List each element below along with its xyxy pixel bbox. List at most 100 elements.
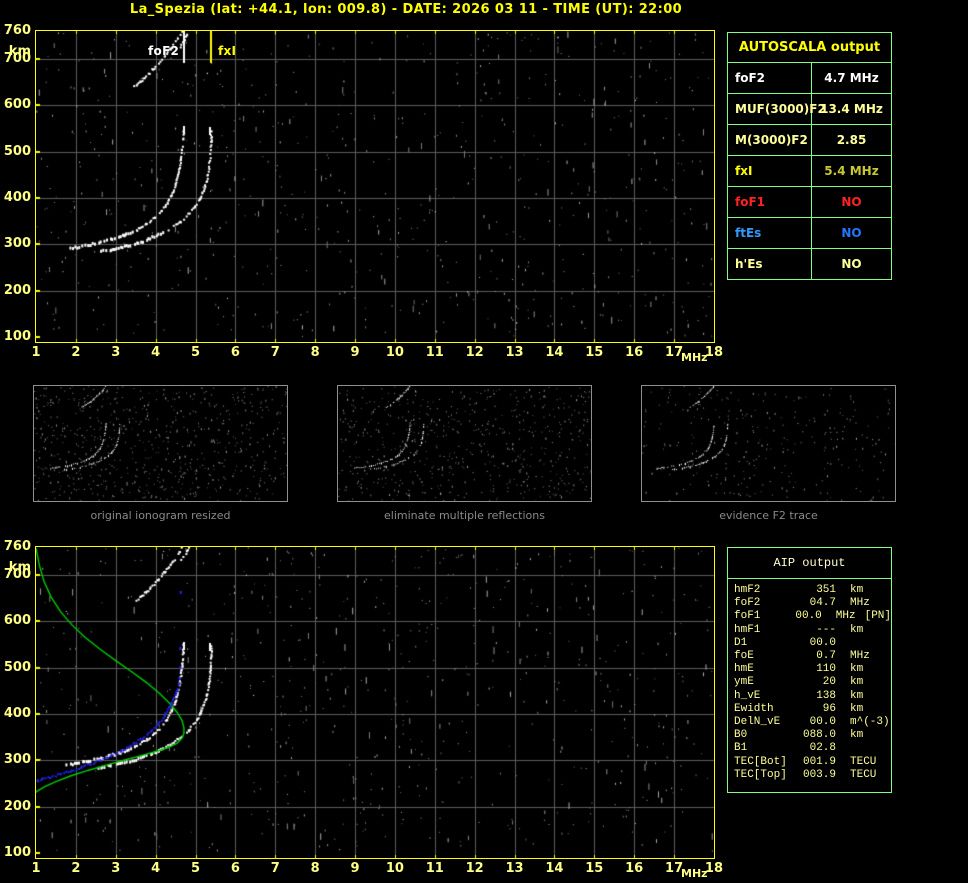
y-tick-label: 100 <box>3 844 31 860</box>
eliminate-reflections-thumbnail <box>337 385 592 502</box>
x-tick-label: 2 <box>71 861 81 876</box>
autoscala-row-value: 5.4 MHz <box>824 164 879 178</box>
y-tick-label: 100 <box>3 328 31 344</box>
aip-value: 00.0 <box>809 716 836 729</box>
y-tick-label: 600 <box>3 613 31 629</box>
autoscala-row-label: foF2 <box>728 63 812 93</box>
aip-value: 20 <box>822 676 836 689</box>
x-tick-label: 13 <box>505 861 524 876</box>
aip-value: 351 <box>816 584 836 596</box>
y-tick-label: 400 <box>3 189 31 205</box>
aip-value: --- <box>816 623 836 636</box>
x-tick-label: 1 <box>31 345 41 360</box>
autoscala-window: La_Spezia (lat: +44.1, lon: 009.8) - DAT… <box>0 0 968 883</box>
aip-value: 088.0 <box>802 729 836 742</box>
y-tick-label: 200 <box>3 798 31 814</box>
autoscala-row: fxI 5.4 MHz <box>728 156 891 187</box>
profile-plot <box>35 546 715 859</box>
y-axis-unit-label: km <box>8 44 31 59</box>
autoscala-row-label: MUF(3000)F2 <box>728 94 826 124</box>
autoscala-output-table: AUTOSCALA output foF2 4.7 MHz MUF(3000)F2 1… <box>727 32 892 280</box>
thumbnail-caption: evidence F2 trace <box>719 509 818 522</box>
aip-param: hmF1 <box>734 623 761 636</box>
x-tick-label: 2 <box>71 345 81 360</box>
aip-value: 0.7 <box>816 650 836 663</box>
aip-unit: km <box>850 729 864 742</box>
autoscala-table-header: AUTOSCALA output <box>728 33 891 63</box>
x-tick-label: 14 <box>545 861 564 876</box>
aip-row: ymE 20 km <box>734 676 891 689</box>
aip-unit: km <box>850 584 864 596</box>
aip-row: foF1 00.0 MHz [PN] <box>734 610 891 623</box>
x-tick-label: 4 <box>151 345 161 360</box>
aip-unit: km <box>850 663 864 676</box>
aip-row: DelN_vE 00.0 m^(-3) <box>734 716 891 729</box>
y-tick-label: 300 <box>3 236 31 252</box>
aip-param: foF1 <box>734 610 761 623</box>
evidence-f2-trace-thumbnail <box>641 385 896 502</box>
x-tick-label: 4 <box>151 861 161 876</box>
autoscala-row-label: h'Es <box>728 249 812 279</box>
thumbnail-caption: original ionogram resized <box>90 509 231 522</box>
x-tick-label: 3 <box>111 861 121 876</box>
fof2-marker-label: foF2 <box>148 44 180 58</box>
aip-value: 00.0 <box>809 636 836 649</box>
fxi-marker-label: fxI <box>218 44 237 58</box>
aip-value: 003.9 <box>802 768 836 781</box>
autoscala-row-label: fxI <box>728 156 812 186</box>
aip-value: 02.8 <box>809 742 836 755</box>
aip-row: hmF2 351 km <box>734 584 891 597</box>
aip-param: h_vE <box>734 689 761 702</box>
x-axis-unit-label: MHz <box>681 867 708 880</box>
autoscala-row-label: M(3000)F2 <box>728 125 812 155</box>
ionogram-canvas <box>36 31 714 342</box>
aip-value: 04.7 <box>809 597 836 610</box>
original-ionogram-thumbnail <box>33 385 288 502</box>
x-tick-label: 9 <box>350 861 360 876</box>
aip-row: hmF1 --- km <box>734 624 891 637</box>
thumbnail-caption: eliminate multiple reflections <box>384 509 545 522</box>
x-tick-label: 13 <box>505 345 524 360</box>
aip-unit: km <box>850 623 864 636</box>
aip-unit: MHz <box>835 610 856 623</box>
x-tick-label: 15 <box>585 861 604 876</box>
aip-value: 138 <box>816 689 836 702</box>
x-tick-label: 7 <box>270 345 280 360</box>
ionogram-plot: foF2 fxI <box>35 30 715 343</box>
x-tick-label: 7 <box>270 861 280 876</box>
autoscala-row-value: 2.85 <box>836 133 867 147</box>
aip-row: B0 088.0 km <box>734 729 891 742</box>
x-tick-label: 12 <box>465 345 484 360</box>
aip-unit: km <box>850 676 864 689</box>
autoscala-row-value: NO <box>841 226 862 240</box>
aip-row: foF2 04.7 MHz <box>734 597 891 610</box>
aip-unit: TECU <box>850 755 877 768</box>
aip-param: Ewidth <box>734 702 774 715</box>
autoscala-row-value: 4.7 MHz <box>824 71 879 85</box>
station-title: La_Spezia (lat: +44.1, lon: 009.8) - DAT… <box>129 2 683 17</box>
x-tick-label: 16 <box>625 345 644 360</box>
aip-param: TEC[Top] <box>734 768 787 781</box>
aip-param: B0 <box>734 729 748 742</box>
autoscala-table-body: foF2 4.7 MHz MUF(3000)F2 13.4 MHz M(3000)F2 2… <box>728 63 891 279</box>
aip-unit: TECU <box>850 768 877 781</box>
x-tick-label: 11 <box>425 861 444 876</box>
x-tick-label: 6 <box>230 345 240 360</box>
aip-param: foE <box>734 650 754 663</box>
y-tick-label: 400 <box>3 705 31 721</box>
aip-unit: km <box>850 689 864 702</box>
x-tick-label: 8 <box>310 345 320 360</box>
y-tick-label: 760 <box>3 539 31 554</box>
x-tick-label: 5 <box>190 345 201 360</box>
aip-param: hmE <box>734 663 754 676</box>
aip-param: DelN_vE <box>734 716 781 729</box>
x-tick-label: 5 <box>190 861 201 876</box>
x-tick-label: 10 <box>385 345 404 360</box>
autoscala-row-value: NO <box>841 257 862 271</box>
autoscala-row-value: NO <box>841 195 862 209</box>
autoscala-row: foF2 4.7 MHz <box>728 63 891 94</box>
autoscala-row: M(3000)F2 2.85 <box>728 125 891 156</box>
aip-row: hmE 110 km <box>734 663 891 676</box>
x-tick-label: 3 <box>111 345 121 360</box>
autoscala-row-label: foF1 <box>728 187 812 217</box>
